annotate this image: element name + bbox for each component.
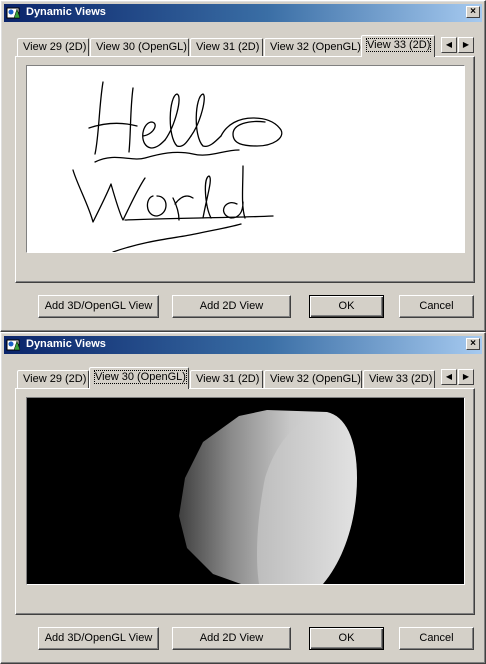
window-title: Dynamic Views <box>26 6 106 18</box>
arrow-left-icon: ◀ <box>445 40 453 49</box>
close-button[interactable]: × <box>466 6 480 18</box>
ok-button[interactable]: OK <box>309 627 384 650</box>
tab-label: View 32 (OpenGL) <box>270 41 361 53</box>
app-icon <box>6 339 21 351</box>
ink-stroke <box>164 93 192 148</box>
ink-stroke <box>94 81 104 155</box>
tab-strip: View 29 (2D) View 30 (OpenGL) View 31 (2… <box>15 35 475 57</box>
ink-stroke <box>124 215 274 221</box>
ink-stroke <box>112 223 242 252</box>
tab-panel <box>15 388 475 615</box>
title-bar[interactable]: Dynamic Views × <box>4 336 482 354</box>
cancel-button[interactable]: Cancel <box>399 295 474 318</box>
tab-label: View 31 (2D) <box>196 41 260 53</box>
ok-button[interactable]: OK <box>309 295 384 318</box>
add-2d-view-button[interactable]: Add 2D View <box>172 295 291 318</box>
tab-label: View 29 (2D) <box>23 41 87 53</box>
ink-stroke <box>220 117 283 147</box>
arrow-right-icon: ▶ <box>462 40 470 49</box>
app-icon <box>6 7 21 19</box>
arrow-right-icon: ▶ <box>462 372 470 381</box>
tab-view-33[interactable]: View 33 (2D) <box>361 35 435 57</box>
cylinder-render <box>179 410 357 584</box>
tab-strip: View 29 (2D) View 30 (OpenGL) View 31 (2… <box>15 367 475 389</box>
ink-stroke <box>142 121 166 149</box>
arrow-left-icon: ◀ <box>445 372 453 381</box>
tab-label: View 33 (2D) <box>365 38 432 52</box>
tab-label: View 30 (OpenGL) <box>96 41 187 53</box>
close-button[interactable]: × <box>466 338 480 350</box>
tab-view-32[interactable]: View 32 (OpenGL) <box>264 370 362 388</box>
tab-view-30[interactable]: View 30 (OpenGL) <box>90 38 189 56</box>
tab-scroll-left-button[interactable]: ◀ <box>441 37 457 53</box>
tab-view-30[interactable]: View 30 (OpenGL) <box>89 367 189 389</box>
ink-stroke <box>146 195 167 217</box>
tab-scroll-left-button[interactable]: ◀ <box>441 369 457 385</box>
tab-view-29[interactable]: View 29 (2D) <box>17 38 89 56</box>
add-3d-opengl-view-button[interactable]: Add 3D/OpenGL View <box>38 295 159 318</box>
ink-stroke <box>202 175 212 219</box>
tab-view-31[interactable]: View 31 (2D) <box>190 370 263 388</box>
tab-view-33[interactable]: View 33 (2D) <box>363 370 435 388</box>
tab-view-31[interactable]: View 31 (2D) <box>190 38 263 56</box>
tab-scroll-arrows: ◀ ▶ <box>441 369 475 385</box>
tab-scroll-right-button[interactable]: ▶ <box>458 37 474 53</box>
close-icon: × <box>470 338 476 349</box>
tab-label: View 33 (2D) <box>369 373 433 385</box>
tab-scroll-right-button[interactable]: ▶ <box>458 369 474 385</box>
tab-scroll-arrows: ◀ ▶ <box>441 37 475 53</box>
hello-world-drawing <box>72 81 283 252</box>
ink-stroke <box>190 93 222 148</box>
tab-view-32[interactable]: View 32 (OpenGL) <box>264 38 362 56</box>
ink-stroke <box>172 195 194 221</box>
cancel-button[interactable]: Cancel <box>399 627 474 650</box>
add-3d-opengl-view-button[interactable]: Add 3D/OpenGL View <box>38 627 159 650</box>
window-title: Dynamic Views <box>26 338 106 350</box>
ink-stroke <box>128 87 134 153</box>
dynamic-views-window-1: Dynamic Views × View 29 (2D) View 30 (Op… <box>0 0 486 332</box>
close-icon: × <box>470 6 476 17</box>
ink-stroke <box>72 169 146 223</box>
title-bar[interactable]: Dynamic Views × <box>4 4 482 22</box>
dynamic-views-window-2: Dynamic Views × View 29 (2D) View 30 (Op… <box>0 332 486 664</box>
tab-label: View 30 (OpenGL) <box>94 370 187 384</box>
tab-label: View 29 (2D) <box>23 373 87 385</box>
add-2d-view-button[interactable]: Add 2D View <box>172 627 291 650</box>
tab-label: View 32 (OpenGL) <box>270 373 361 385</box>
view-canvas-2d[interactable] <box>26 65 465 253</box>
ink-stroke <box>222 165 246 219</box>
ink-stroke <box>94 149 240 163</box>
tab-panel <box>15 56 475 283</box>
view-canvas-opengl[interactable] <box>26 397 465 585</box>
tab-label: View 31 (2D) <box>196 373 260 385</box>
tab-view-29[interactable]: View 29 (2D) <box>17 370 89 388</box>
